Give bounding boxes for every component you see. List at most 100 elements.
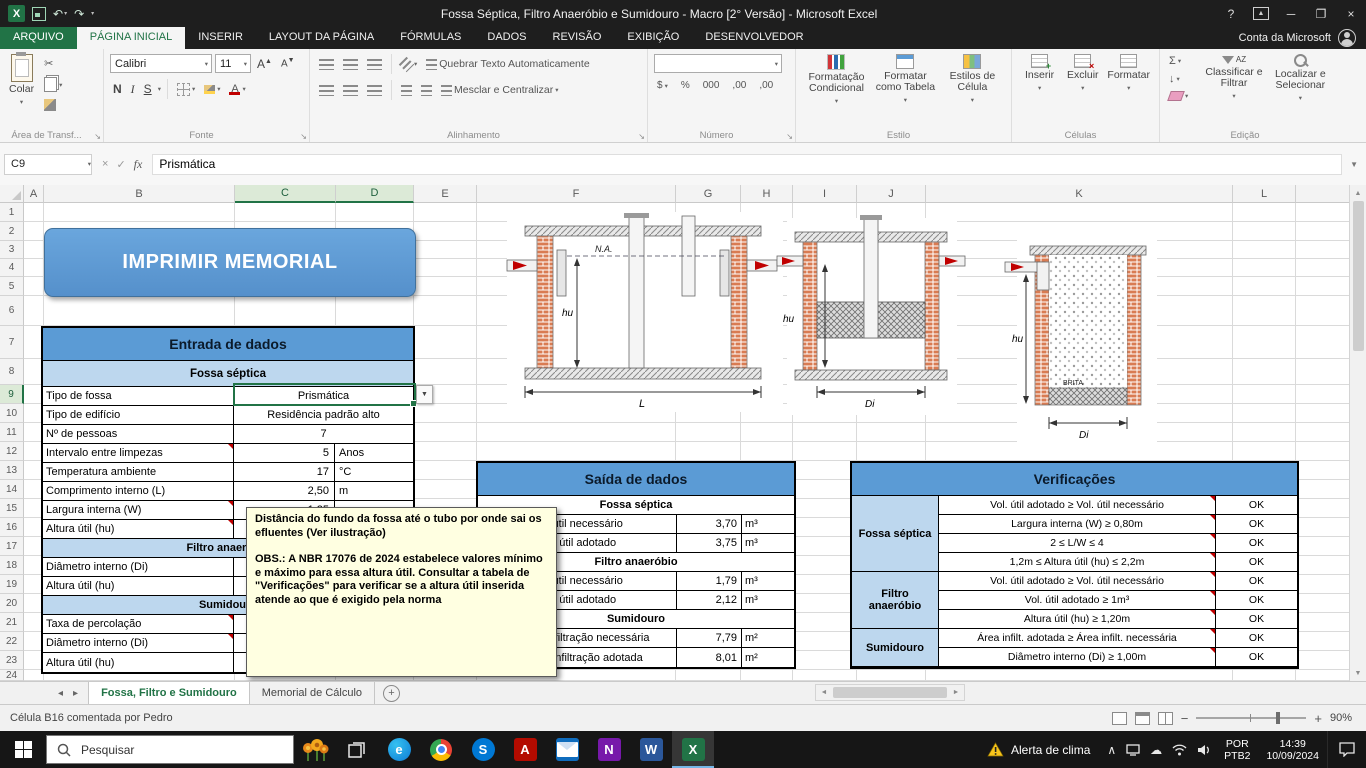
normal-view-button[interactable]: [1111, 711, 1127, 725]
saida-title[interactable]: Saída de dados: [478, 463, 794, 496]
grid-cell[interactable]: [44, 203, 235, 222]
saida-unit-cell[interactable]: m³: [742, 591, 794, 609]
font-dialog-launcher[interactable]: ↘: [300, 132, 307, 141]
row-header-18[interactable]: 18: [0, 556, 24, 575]
conditional-formatting-button[interactable]: Formatação Condicional ▾: [802, 52, 871, 109]
grid-cell[interactable]: [1296, 241, 1349, 259]
grid-cell[interactable]: [1296, 259, 1349, 277]
increase-font-button[interactable]: A▲: [254, 57, 275, 71]
save-button[interactable]: [32, 6, 46, 21]
paste-button[interactable]: Colar ▾: [6, 52, 37, 112]
verification-status-cell[interactable]: OK: [1216, 534, 1297, 553]
scroll-right-button[interactable]: ►: [948, 689, 964, 696]
number-dialog-launcher[interactable]: ↘: [786, 132, 793, 141]
verification-status-cell[interactable]: OK: [1216, 629, 1297, 648]
entrada-label-cell[interactable]: Tipo de edifício: [43, 406, 234, 424]
grid-cell[interactable]: [857, 670, 926, 681]
verification-rule-cell[interactable]: Diâmetro interno (Di) ≥ 1,00m: [939, 648, 1216, 667]
task-view-button[interactable]: [336, 731, 378, 768]
grid-cell[interactable]: [793, 594, 857, 613]
entrada-unit-cell[interactable]: °C: [335, 463, 413, 481]
row-header-17[interactable]: 17: [0, 537, 24, 556]
verification-rule-cell[interactable]: 2 ≤ L/W ≤ 4: [939, 534, 1216, 553]
tab-desenvolvedor[interactable]: DESENVOLVEDOR: [692, 27, 816, 49]
grid-cell[interactable]: [1296, 632, 1349, 651]
saida-unit-cell[interactable]: m³: [742, 572, 794, 590]
column-header-A[interactable]: A: [24, 185, 44, 203]
cell-styles-button[interactable]: Estilos de Célula ▾: [940, 52, 1005, 109]
weather-alert-button[interactable]: Alerta de clima: [975, 731, 1102, 768]
entrada-value-cell[interactable]: Residência padrão alto: [234, 406, 413, 424]
entrada-label-cell[interactable]: Diâmetro interno (Di): [43, 558, 234, 576]
grid-cell[interactable]: [414, 259, 477, 277]
row-header-11[interactable]: 11: [0, 423, 24, 442]
fill-color-button[interactable]: ▾: [201, 84, 223, 95]
saida-unit-cell[interactable]: m²: [742, 648, 794, 667]
align-bottom-button[interactable]: [364, 58, 385, 71]
column-header-K[interactable]: K: [926, 185, 1233, 203]
row-header-13[interactable]: 13: [0, 461, 24, 480]
number-format-select[interactable]: ▾: [654, 54, 782, 73]
mail-taskbar-button[interactable]: [546, 731, 588, 768]
grid-cell[interactable]: [1296, 385, 1349, 404]
chrome-taskbar-button[interactable]: [420, 731, 462, 768]
page-break-view-button[interactable]: [1157, 711, 1173, 725]
row-header-12[interactable]: 12: [0, 442, 24, 461]
grid-cell[interactable]: [1296, 594, 1349, 613]
grid-cell[interactable]: [741, 670, 793, 681]
entrada-label-cell[interactable]: Tipo de fossa: [43, 387, 234, 405]
verification-status-cell[interactable]: OK: [1216, 648, 1297, 667]
grid-cell[interactable]: [414, 442, 477, 461]
font-family-select[interactable]: Calibri ▾: [110, 54, 212, 73]
wifi-icon[interactable]: [1167, 744, 1192, 756]
decrease-indent-button[interactable]: [398, 84, 415, 97]
verification-status-cell[interactable]: OK: [1216, 591, 1297, 610]
column-header-L[interactable]: L: [1233, 185, 1296, 203]
align-right-button[interactable]: [364, 84, 385, 97]
entrada-value-cell[interactable]: 17: [234, 463, 335, 481]
zoom-slider-thumb[interactable]: [1276, 712, 1281, 724]
scroll-down-button[interactable]: ▼: [1350, 665, 1366, 681]
delete-cells-button[interactable]: × Excluir ▾: [1061, 52, 1104, 96]
entrada-label-cell[interactable]: Altura útil (hu): [43, 577, 234, 595]
verification-rule-cell[interactable]: Vol. útil adotado ≥ 1m³: [939, 591, 1216, 610]
grid-cell[interactable]: [1296, 277, 1349, 296]
vertical-scrollbar[interactable]: ▲ ▼: [1349, 185, 1366, 681]
entrada-value-cell[interactable]: 7: [234, 425, 413, 443]
expand-formula-bar-button[interactable]: ▼: [1346, 160, 1362, 169]
decrease-decimal-button[interactable]: ,00: [756, 79, 776, 92]
entrada-unit-cell[interactable]: m: [335, 482, 413, 500]
borders-button[interactable]: ▾: [174, 82, 198, 97]
insert-function-button[interactable]: fx: [134, 157, 143, 172]
formula-input[interactable]: Prismática: [152, 153, 1343, 175]
grid-cell[interactable]: [1233, 277, 1296, 296]
grid-cell[interactable]: [1233, 404, 1296, 423]
entrada-label-cell[interactable]: Diâmetro interno (Di): [43, 634, 234, 652]
grid-cell[interactable]: [1296, 651, 1349, 670]
grid-cell[interactable]: [414, 241, 477, 259]
clear-button[interactable]: ▾: [1166, 90, 1201, 102]
grid-cell[interactable]: [1296, 556, 1349, 575]
grid-cell[interactable]: [414, 480, 477, 499]
entrada-label-cell[interactable]: Altura útil (hu): [43, 653, 234, 672]
underline-button[interactable]: S: [141, 82, 155, 96]
start-button[interactable]: [0, 731, 46, 768]
bold-button[interactable]: N: [110, 82, 125, 96]
column-header-C[interactable]: C: [235, 185, 336, 203]
tab-dados[interactable]: DADOS: [474, 27, 539, 49]
column-header-G[interactable]: G: [676, 185, 741, 203]
orientation-button[interactable]: ▾: [398, 56, 420, 72]
verification-rule-cell[interactable]: Vol. útil adotado ≥ Vol. útil necessário: [939, 496, 1216, 515]
saida-value-cell[interactable]: 2,12: [677, 591, 742, 609]
row-header-19[interactable]: 19: [0, 575, 24, 594]
row-header-8[interactable]: 8: [0, 359, 24, 385]
saida-unit-cell[interactable]: m³: [742, 515, 794, 533]
row-header-7[interactable]: 7: [0, 326, 24, 359]
grid-cell[interactable]: [1233, 222, 1296, 241]
accounting-format-button[interactable]: $ ▾: [654, 79, 671, 92]
ribbon-display-options-button[interactable]: ▲: [1246, 0, 1276, 27]
grid-cell[interactable]: [793, 632, 857, 651]
excel-logo-icon[interactable]: X: [8, 5, 25, 22]
verification-group-label[interactable]: Fossa séptica: [852, 496, 939, 572]
column-header-D[interactable]: D: [336, 185, 414, 203]
